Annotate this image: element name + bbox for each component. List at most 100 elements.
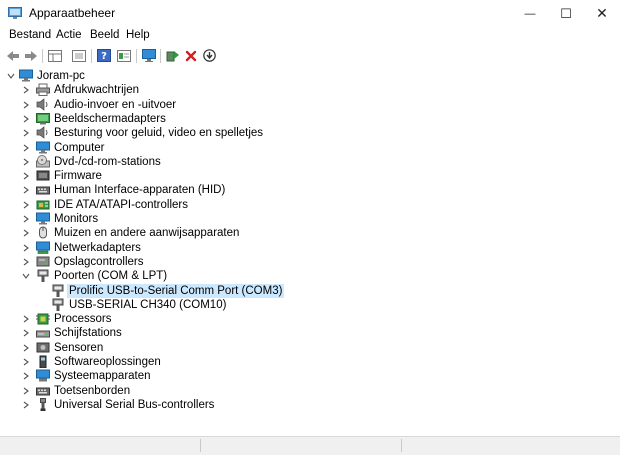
expand-toggle[interactable] [20, 141, 32, 155]
tree-category-label: Computer [54, 141, 105, 154]
close-button[interactable]: ✕ [584, 0, 620, 27]
tree-category[interactable]: Dvd-/cd-rom-stations [0, 154, 600, 169]
collapse-toggle[interactable] [5, 69, 17, 83]
collapse-toggle[interactable] [20, 269, 32, 283]
tree-category[interactable]: Firmware [0, 169, 600, 183]
menu-help[interactable]: Help [126, 29, 150, 41]
menu-bestand[interactable]: Bestand [9, 29, 51, 41]
status-bar [0, 436, 620, 455]
menu-bar: Bestand Actie Beeld Help [0, 27, 620, 46]
tree-category[interactable]: Schijfstations [0, 326, 600, 340]
forward-arrow-icon [25, 50, 37, 61]
tree-category[interactable]: Softwareoplossingen [0, 355, 600, 369]
uninstall-button[interactable] [182, 47, 200, 64]
scan-hardware-button[interactable] [140, 47, 158, 64]
download-button[interactable] [200, 47, 218, 64]
update-driver-icon [166, 51, 179, 62]
tree-category[interactable]: Besturing voor geluid, video en spelletj… [0, 126, 600, 140]
toolbar-separator [160, 49, 161, 63]
tree-device-label: USB-SERIAL CH340 (COM10) [69, 298, 227, 311]
back-button[interactable] [4, 47, 22, 64]
sensor-icon [36, 342, 50, 353]
tree-category[interactable]: Sensoren [0, 341, 600, 355]
expand-toggle[interactable] [20, 355, 32, 369]
expand-toggle[interactable] [20, 198, 32, 212]
expand-toggle[interactable] [20, 212, 32, 226]
disk-drive-icon [36, 330, 50, 338]
title-bar: Apparaatbeheer — ☐ ✕ [0, 0, 620, 27]
tree-category[interactable]: Audio-invoer en -uitvoer [0, 97, 600, 112]
expand-toggle[interactable] [20, 312, 32, 326]
list-view-icon [72, 49, 86, 62]
expand-toggle[interactable] [20, 241, 32, 255]
tree-category[interactable]: IDE ATA/ATAPI-controllers [0, 198, 600, 212]
expand-toggle[interactable] [20, 183, 32, 197]
expand-toggle[interactable] [20, 112, 32, 126]
tree-category[interactable]: Universal Serial Bus-controllers [0, 397, 600, 412]
tree-category[interactable]: Monitors [0, 212, 600, 226]
monitor-icon [36, 212, 50, 225]
help-button[interactable]: ? [95, 47, 113, 64]
tree-category-label: Besturing voor geluid, video en spelletj… [54, 127, 264, 140]
expand-toggle[interactable] [20, 83, 32, 97]
tree-category[interactable]: Processors [0, 312, 600, 326]
details-button[interactable] [115, 47, 133, 64]
close-icon: ✕ [596, 5, 608, 21]
tree-device[interactable]: USB-SERIAL CH340 (COM10) [0, 298, 600, 312]
back-arrow-icon [7, 50, 19, 61]
expand-toggle[interactable] [20, 155, 32, 169]
tree-category[interactable]: Human Interface-apparaten (HID) [0, 183, 600, 197]
tree-category[interactable]: Beeldschermadapters [0, 112, 600, 126]
chevron-right-icon [23, 101, 29, 109]
expand-toggle[interactable] [20, 369, 32, 383]
svg-text:?: ? [101, 51, 107, 62]
tree-root[interactable]: Joram-pc [0, 69, 600, 83]
tree-category-label: Monitors [54, 213, 99, 225]
tree-device[interactable]: Prolific USB-to-Serial Comm Port (COM3) [0, 283, 600, 298]
firmware-icon [36, 170, 50, 181]
menu-beeld[interactable]: Beeld [90, 29, 119, 41]
chevron-right-icon [23, 372, 29, 380]
forward-button[interactable] [22, 47, 40, 64]
tree-category[interactable]: Poorten (COM & LPT) [0, 269, 600, 283]
tree-category-label: IDE ATA/ATAPI-controllers [54, 198, 188, 211]
update-driver-button[interactable] [164, 47, 182, 64]
tree-category-label: Dvd-/cd-rom-stations [54, 155, 161, 168]
maximize-button[interactable]: ☐ [548, 0, 584, 27]
expand-toggle[interactable] [20, 398, 32, 412]
expand-toggle[interactable] [20, 98, 32, 112]
toolbar-separator [136, 49, 137, 63]
tree-category-label: Human Interface-apparaten (HID) [54, 184, 226, 197]
minimize-button[interactable]: — [512, 0, 548, 27]
tree-category[interactable]: Netwerkadapters [0, 241, 600, 255]
tree-category[interactable]: Muizen en andere aanwijsapparaten [0, 226, 600, 240]
tree-category[interactable]: Toetsenborden [0, 384, 600, 398]
tree-category[interactable]: Systeemapparaten [0, 369, 600, 383]
tree-category[interactable]: Computer [0, 141, 600, 155]
keyboard-hid-icon [36, 186, 50, 195]
expand-toggle[interactable] [20, 384, 32, 398]
uninstall-icon [185, 50, 197, 61]
tree-category-label: Toetsenborden [54, 384, 131, 397]
device-tree[interactable]: Joram-pc Afdrukwachtrijen Audio-invoer en … [0, 66, 620, 436]
list-view-button[interactable] [70, 47, 88, 64]
speaker-icon [36, 97, 48, 111]
expand-toggle[interactable] [20, 169, 32, 183]
expand-toggle[interactable] [20, 341, 32, 355]
port-icon [52, 284, 64, 297]
tree-category-label: Poorten (COM & LPT) [54, 270, 168, 283]
device-manager-icon [8, 7, 22, 19]
expand-toggle[interactable] [20, 126, 32, 140]
expand-toggle[interactable] [20, 226, 32, 240]
tree-category[interactable]: Opslagcontrollers [0, 255, 600, 269]
chevron-right-icon [23, 358, 29, 366]
menu-actie[interactable]: Actie [56, 29, 82, 41]
expand-toggle[interactable] [20, 326, 32, 340]
expand-toggle[interactable] [20, 255, 32, 269]
tree-category-label: Sensoren [54, 341, 104, 354]
tree-category-label: Afdrukwachtrijen [54, 84, 140, 97]
properties-button[interactable] [46, 47, 64, 64]
monitor-scan-icon [142, 49, 156, 62]
tree-category[interactable]: Afdrukwachtrijen [0, 83, 600, 97]
chevron-right-icon [23, 401, 29, 409]
